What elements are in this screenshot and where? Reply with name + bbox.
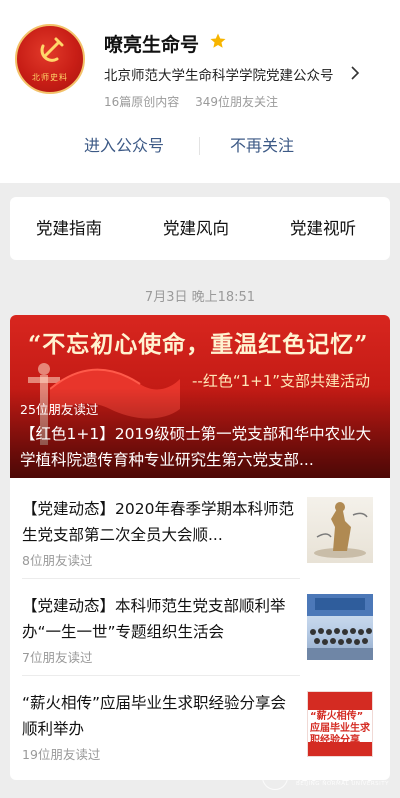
chevron-right-icon[interactable] xyxy=(350,66,360,80)
unfollow-button[interactable]: 不再关注 xyxy=(230,128,294,164)
message-timestamp: 7月3日 晚上18:51 xyxy=(144,290,256,305)
article-title: “薪火相传”应届毕业生求职经验分享会顺利举办 xyxy=(22,694,287,738)
article-reads: 19位朋友读过 xyxy=(22,747,101,762)
group-photo-icon xyxy=(307,594,373,660)
article-reads: 7位朋友读过 xyxy=(22,650,93,665)
enter-account-button[interactable]: 进入公众号 xyxy=(84,128,164,164)
statue-illustration-icon xyxy=(314,502,368,558)
article-divider xyxy=(22,675,300,676)
article-reads: 8位朋友读过 xyxy=(22,553,93,568)
account-name: 嘹亮生命号 xyxy=(104,34,200,56)
avatar-text: 北师史料 xyxy=(32,73,68,82)
cover-reads: 25位朋友读过 xyxy=(20,402,99,417)
article-item[interactable]: 【党建动态】2020年春季学期本科师范生党支部第二次全员大会顺... 8位朋友读… xyxy=(10,486,390,578)
article-thumbnail xyxy=(307,497,373,563)
article-title: 【党建动态】2020年春季学期本科师范生党支部第二次全员大会顺... xyxy=(22,500,294,544)
menu-item-trends[interactable]: 党建风向 xyxy=(163,197,229,260)
university-seal-icon xyxy=(262,764,288,790)
article-divider xyxy=(22,578,300,579)
star-icon[interactable] xyxy=(209,32,227,50)
article-title: 【党建动态】本科师范生党支部顺利举办“一生一世”专题组织生活会 xyxy=(22,597,286,641)
avatar[interactable]: 北师史料 xyxy=(15,24,85,94)
friends-following: 349位朋友关注 xyxy=(195,95,279,109)
cover-title: 【红色1+1】2019级硕士第一党支部和华中农业大学植科院遗传育种专业研究生第六… xyxy=(20,425,372,469)
account-description[interactable]: 北京师范大学生命科学学院党建公众号 xyxy=(104,64,334,84)
account-stats: 16篇原创内容 349位朋友关注 xyxy=(104,93,278,110)
article-item[interactable]: 【党建动态】本科师范生党支部顺利举办“一生一世”专题组织生活会 7位朋友读过 xyxy=(10,583,390,675)
cover-banner: “不忘初心使命，重温红色记忆” xyxy=(28,331,369,358)
article-thumbnail xyxy=(307,594,373,660)
menu-item-media[interactable]: 党建视听 xyxy=(290,197,356,260)
cover-article[interactable]: “不忘初心使命，重温红色记忆” --红色“1+1”支部共建活动 25位朋友读过 … xyxy=(10,315,390,478)
menu-item-guide[interactable]: 党建指南 xyxy=(36,197,102,260)
article-item[interactable]: “薪火相传”应届毕业生求职经验分享会顺利举办 19位朋友读过 “薪火相传” 应届… xyxy=(10,680,390,772)
divider xyxy=(199,137,200,155)
hammer-sickle-icon xyxy=(40,37,64,62)
message-card: “不忘初心使命，重温红色记忆” --红色“1+1”支部共建活动 25位朋友读过 … xyxy=(10,315,390,780)
original-count: 16篇原创内容 xyxy=(104,95,180,109)
account-card: 北师史料 嘹亮生命号 北京师范大学生命科学学院党建公众号 16篇原创内容 349… xyxy=(0,0,400,183)
menu-bar: 党建指南 党建风向 党建视听 xyxy=(10,197,390,260)
thumbnail-band xyxy=(308,692,372,710)
thumbnail-band xyxy=(308,742,372,756)
watermark-english: BEIJING NORMAL UNIVERSITY xyxy=(296,781,389,787)
account-actions: 进入公众号 不再关注 xyxy=(0,128,400,164)
article-thumbnail: “薪火相传” 应届毕业生求职经验分享 xyxy=(307,691,373,757)
